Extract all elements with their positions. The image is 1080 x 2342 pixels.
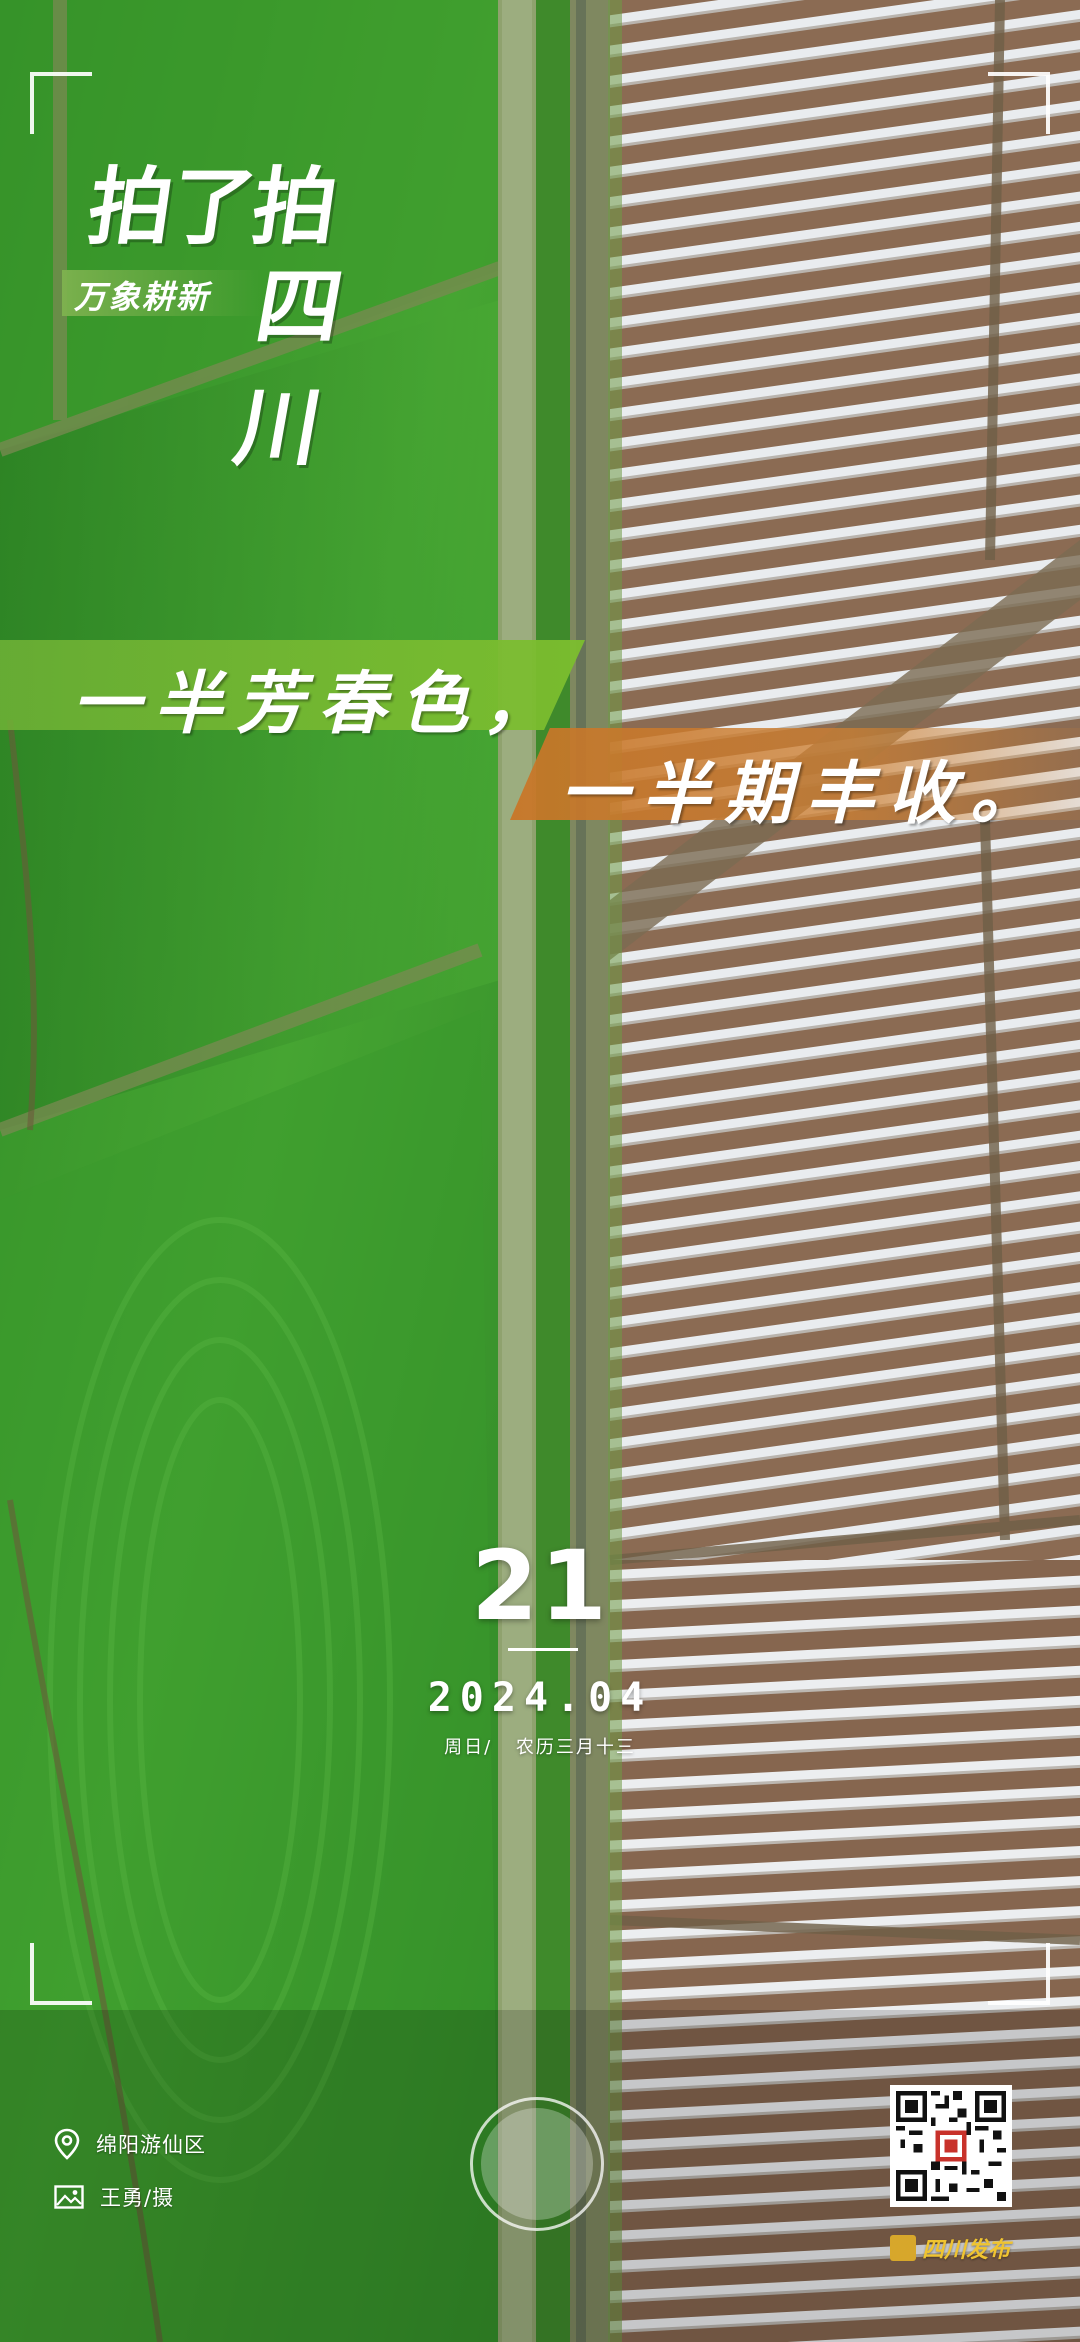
slogan-line2: 一半期丰收。 [560,754,1053,834]
frame-corner-bottom-left [30,1943,92,2005]
publisher-brand: 四川发布 [890,2232,1010,2264]
shutter-button[interactable] [470,2097,604,2231]
frame-corner-top-left [30,72,92,134]
date-divider [508,1648,578,1651]
frame-corner-bottom-right [988,1943,1050,2005]
date-lunar: 农历三月十三 [515,1737,636,1758]
aerial-field-background [0,0,1080,2342]
photographer-row: 王勇/摄 [54,2182,174,2212]
map-pin-icon [54,2128,80,2160]
slogan-line1: 一半芳春色， [72,664,565,744]
brand-seal-icon [890,2235,916,2261]
qr-code-pattern [896,2091,1006,2201]
campaign-logo: 拍了拍 万象耕新 四川 [62,138,412,477]
location-text: 绵阳游仙区 [96,2133,206,2157]
date-year-month: 2024.04 [427,1675,653,1721]
date-day: 21 [471,1530,609,1642]
image-icon [54,2185,84,2209]
date-weekday: 周日/ [444,1737,493,1758]
logo-sub-text: 万象耕新 [74,278,211,316]
qr-code [890,2085,1012,2207]
photographer-text: 王勇/摄 [100,2186,175,2210]
brand-text: 四川发布 [922,2237,1011,2263]
shutter-inner [481,2108,593,2220]
frame-corner-top-right [988,72,1050,134]
location-row: 绵阳游仙区 [54,2128,206,2160]
date-subline: 周日/ 农历三月十三 [0,1733,1080,1759]
